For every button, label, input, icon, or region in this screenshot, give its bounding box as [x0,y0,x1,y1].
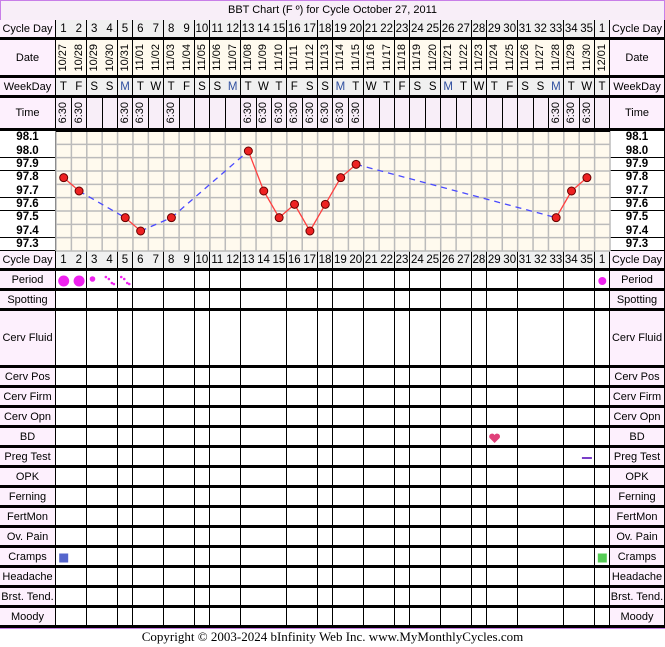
period-light-icon [89,276,96,282]
temp-point-day-6 [136,226,146,236]
period-spotting-icon [104,275,108,279]
temp-point-day-18 [320,199,330,209]
period-spotting-icon [127,282,131,286]
period-spotting-icon [107,277,111,281]
heart-icon [489,433,500,443]
temp-point-day-20 [351,159,361,169]
temp-point-day-14 [259,186,269,196]
temp-point-day-34 [567,186,577,196]
temp-point-day-17 [305,226,315,236]
temp-point-day-1 [59,173,69,183]
temp-point-day-35 [582,173,592,183]
temp-point-day-16 [290,199,300,209]
cramps-icon [59,553,69,563]
period-heavy-icon [58,275,70,287]
period-medium-icon [598,277,607,285]
bbt-chart-page: BBT Chart (F º) for Cycle October 27, 20… [0,0,665,647]
temp-point-day-15 [274,213,284,223]
temp-point-day-8 [166,213,176,223]
period-spotting-icon [112,282,116,286]
temp-point-day-13 [243,146,253,156]
period-spotting-icon [119,275,123,279]
temp-point-day-19 [336,173,346,183]
temperature-plot [55,130,611,563]
temp-point-day-5 [120,213,130,223]
temp-point-day-33 [551,213,561,223]
temp-point-day-2 [74,186,84,196]
cramps-icon [597,553,607,563]
period-heavy-icon [73,275,85,287]
period-spotting-icon [122,277,126,281]
